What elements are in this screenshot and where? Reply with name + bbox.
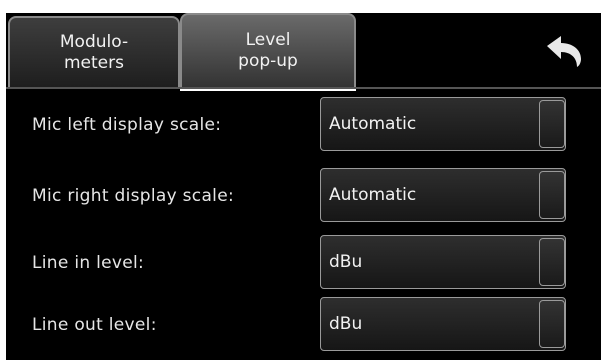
- dropdown-handle[interactable]: [539, 300, 565, 348]
- setting-row-mic-right: Mic right display scale: Automatic: [6, 168, 601, 224]
- tab-label: Modulo- meters: [59, 31, 129, 73]
- dropdown-value: dBu: [329, 314, 363, 334]
- dropdown-handle[interactable]: [539, 100, 565, 148]
- setting-row-line-in: Line in level: dBu: [6, 235, 601, 291]
- setting-row-mic-left: Mic left display scale: Automatic: [6, 97, 601, 153]
- tab-divider: [6, 87, 601, 89]
- dropdown-handle[interactable]: [539, 238, 565, 286]
- setting-label: Line in level:: [32, 253, 145, 273]
- dropdown-value: Automatic: [329, 185, 417, 205]
- tab-modulometers[interactable]: Modulo- meters: [8, 16, 180, 87]
- settings-screen: Modulo- meters Level pop-up Mic left dis…: [6, 13, 601, 360]
- dropdown-handle[interactable]: [539, 171, 565, 219]
- tab-label: Level pop-up: [238, 30, 298, 71]
- setting-label: Mic left display scale:: [32, 115, 222, 135]
- mic-left-scale-dropdown[interactable]: Automatic: [320, 97, 566, 151]
- setting-row-line-out: Line out level: dBu: [6, 297, 601, 353]
- setting-label: Line out level:: [32, 315, 157, 335]
- undo-arrow-icon: [547, 36, 581, 67]
- back-button[interactable]: [535, 27, 591, 75]
- mic-right-scale-dropdown[interactable]: Automatic: [320, 168, 566, 222]
- tab-level-popup[interactable]: Level pop-up: [180, 13, 356, 91]
- line-out-level-dropdown[interactable]: dBu: [320, 297, 566, 351]
- dropdown-value: Automatic: [329, 114, 417, 134]
- line-in-level-dropdown[interactable]: dBu: [320, 235, 566, 289]
- setting-label: Mic right display scale:: [32, 186, 234, 206]
- dropdown-value: dBu: [329, 252, 363, 272]
- tab-bar: Modulo- meters Level pop-up: [6, 13, 601, 91]
